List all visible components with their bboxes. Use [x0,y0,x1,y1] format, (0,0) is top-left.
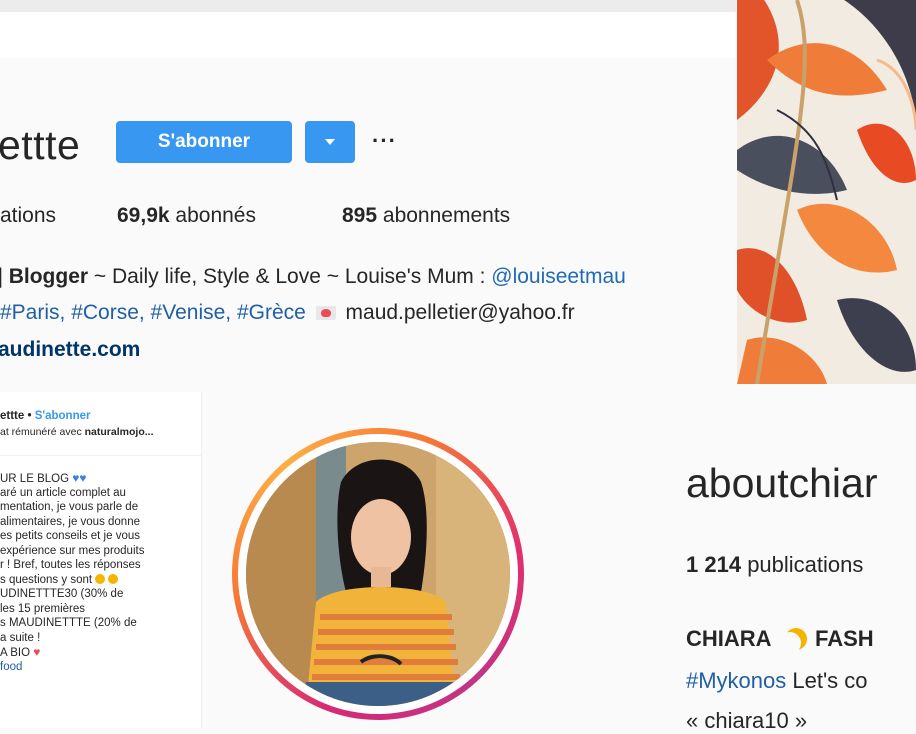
emoji-icon [95,574,106,584]
post-caption-panel: ettte • S'abonner at rémunéré avec natur… [0,392,202,728]
caption-line: les 15 premières [0,603,86,615]
red-heart-icon: ♥ [33,645,41,659]
bio-website[interactable]: audinette.com [0,338,140,362]
caption-line: alimentaires, je vous donne [0,516,140,528]
follow-options-button[interactable] [305,121,355,163]
crescent-moon-icon [779,632,801,654]
post-divider [0,455,201,456]
caption-line: mentation, je vous parle de [0,501,139,513]
profile-header-1: ettte S'abonner ··· ations 69,9k abonnés… [0,58,736,384]
envelope-heart-icon [315,306,336,320]
fullname-rest: FASH [814,626,874,651]
caption-line: s MAUDINETTTE (20% de [0,617,137,629]
post-header: ettte • S'abonner [0,409,90,423]
bio-2-hashtag[interactable]: #Mykonos [686,668,786,693]
bio-2-text: Let's co [786,668,868,693]
caption-line: aré un article complet au [0,487,126,499]
caption-line: es petits conseils et je vous [0,530,140,542]
bio-2-line-1: #Mykonos Let's co [686,668,868,694]
caption-line: UR LE BLOG ♥♥ [0,471,86,486]
caption-line: A BIO ♥ [0,645,40,660]
avatar[interactable] [246,442,510,706]
following-value: 895 [342,204,378,227]
caption-hashtag[interactable]: food [0,660,22,674]
post-follow-link[interactable]: S'abonner [35,410,91,422]
publications-count-2[interactable]: 1 214 publications [686,552,863,578]
caption-text: A BIO [0,647,31,659]
post-photo-tropical[interactable] [737,0,916,384]
followers-label: abonnés [175,204,256,227]
publications-value: 1 214 [686,552,742,577]
bio-line-2: #Paris, #Corse, #Venise, #Grèce maud.pel… [0,301,575,325]
bio-mention-link[interactable]: @louiseetmau [491,265,626,288]
avatar-photo [246,442,510,706]
follow-button[interactable]: S'abonner [116,121,292,163]
following-label: abonnements [382,204,511,227]
caption-line: expérience sur mes produits [0,545,145,557]
following-count[interactable]: 895 abonnements [342,204,510,228]
caption-line: r ! Bref, toutes les réponses [0,559,141,571]
followers-value: 69,9k [117,204,170,227]
profile-fullname-2: CHIARA FASH [686,626,874,652]
post-sponsor-line: at rémunéré avec naturalmojo... [0,425,153,439]
caption-line: UDINETTTE30 (30% de [0,588,124,600]
publications-label: ations [0,204,57,227]
blue-heart-icon: ♥♥ [72,471,87,485]
bio-2-line-2: « chiara10 » [686,708,808,733]
fullname-text: CHIARA [686,626,771,651]
post-sponsor-name[interactable]: naturalmojo... [85,426,154,438]
bio-email: maud.pelletier@yahoo.fr [345,301,575,324]
profile-username: ettte [0,122,81,168]
post-author[interactable]: ettte [0,410,24,422]
profile-username-2: aboutchiar [686,460,878,506]
post-header-separator: • [24,410,35,422]
bio-line-1: | Blogger ~ Daily life, Style & Love ~ L… [0,265,626,289]
caption-text: UR LE BLOG [0,473,70,485]
tropical-leaf-pattern [737,0,916,384]
top-bar-edge [0,0,736,12]
caption-line: s questions y sont [0,573,119,587]
publications-label: publications [747,552,864,577]
publications-count[interactable]: ations [0,204,56,228]
caption-line: a suite ! [0,632,41,644]
website-link[interactable]: audinette.com [0,338,140,361]
chevron-down-icon [325,139,335,145]
bio-role: | Blogger [0,265,89,288]
more-options-icon[interactable]: ··· [372,128,397,154]
bio-hashtags[interactable]: #Paris, #Corse, #Venise, #Grèce [0,301,306,324]
post-sponsor-text: at rémunéré avec [0,426,85,438]
bio-tagline: ~ Daily life, Style & Love ~ Louise's Mu… [93,265,492,288]
emoji-icon [108,574,119,584]
followers-count[interactable]: 69,9k abonnés [117,204,256,228]
caption-text: s questions y sont [0,574,93,586]
